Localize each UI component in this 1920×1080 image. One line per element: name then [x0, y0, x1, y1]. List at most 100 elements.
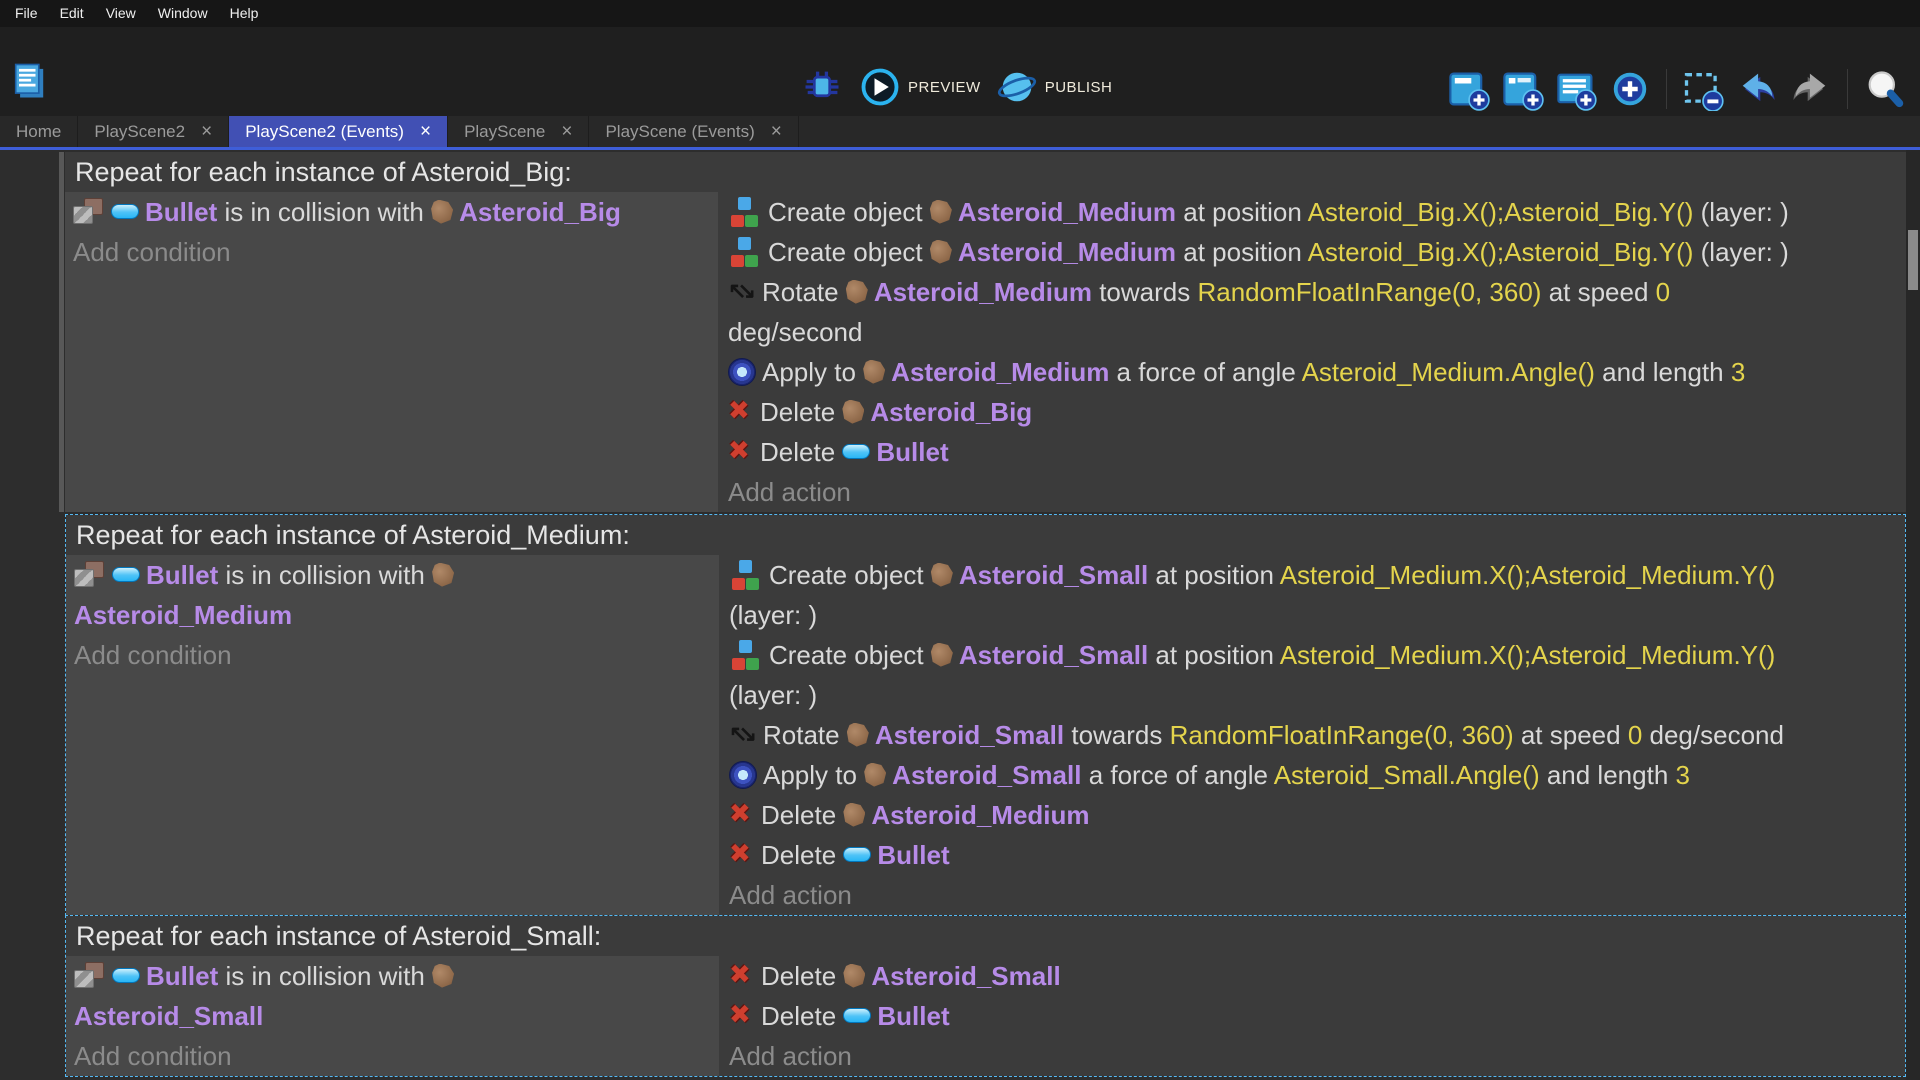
bullet-icon	[112, 968, 140, 983]
action-row[interactable]: Delete Bullet	[729, 996, 1905, 1036]
asteroid-icon	[846, 280, 868, 304]
object-name: Asteroid_Small	[74, 1001, 263, 1031]
tab-close-icon[interactable]: ×	[771, 122, 782, 141]
vertical-scrollbar[interactable]	[1906, 150, 1920, 1080]
add-condition-button[interactable]: Add condition	[74, 635, 719, 675]
tab-playscene-events[interactable]: PlayScene (Events)×	[589, 116, 798, 147]
menu-bar: FileEditViewWindowHelp	[0, 0, 1920, 27]
menu-item-help[interactable]: Help	[219, 0, 270, 27]
text: at position	[1176, 197, 1308, 227]
action-row[interactable]: Create object Asteroid_Small at position…	[729, 635, 1905, 715]
action-row[interactable]: Create object Asteroid_Medium at positio…	[728, 192, 1906, 232]
condition-row[interactable]: Bullet is in collision with Asteroid_Sma…	[74, 956, 719, 1036]
event-header[interactable]: Repeat for each instance of Asteroid_Med…	[66, 515, 1905, 555]
text: deg/second	[728, 317, 862, 347]
event-drag-handle[interactable]	[48, 152, 65, 512]
delete-icon	[728, 437, 754, 467]
delete-icon	[729, 1001, 755, 1031]
conditions-column: Bullet is in collision with Asteroid_Big…	[65, 192, 718, 512]
text: at speed	[1514, 720, 1628, 750]
event-header[interactable]: Repeat for each instance of Asteroid_Sma…	[66, 916, 1905, 956]
add-action-button[interactable]: Add action	[728, 472, 1906, 512]
asteroid-icon	[843, 964, 865, 988]
expression: RandomFloatInRange(0, 360)	[1197, 277, 1541, 307]
scrollbar-thumb[interactable]	[1908, 230, 1918, 290]
tab-close-icon[interactable]: ×	[561, 122, 572, 141]
action-row[interactable]: Create object Asteroid_Small at position…	[729, 555, 1905, 635]
publish-button[interactable]: PUBLISH	[995, 65, 1113, 109]
actions-column: Create object Asteroid_Medium at positio…	[718, 192, 1906, 512]
event-drag-handle[interactable]	[48, 514, 65, 916]
conditions-column: Bullet is in collision with Asteroid_Med…	[66, 555, 719, 915]
action-row[interactable]: Delete Bullet	[729, 835, 1905, 875]
event-header[interactable]: Repeat for each instance of Asteroid_Big…	[65, 152, 1906, 192]
tab-playscene[interactable]: PlayScene ×	[448, 116, 589, 147]
instruction-line: Bullet is in collision with	[74, 555, 719, 595]
tab-close-icon[interactable]: ×	[420, 122, 431, 141]
delete-icon	[728, 397, 754, 427]
tab-playscene2-events[interactable]: PlayScene2 (Events)×	[229, 116, 448, 147]
add-subevent-button[interactable]	[1500, 67, 1544, 111]
action-row[interactable]: Apply to Asteroid_Medium a force of angl…	[728, 352, 1906, 392]
add-condition-button[interactable]: Add condition	[73, 232, 718, 272]
action-row[interactable]: Create object Asteroid_Medium at positio…	[728, 232, 1906, 272]
add-action-button[interactable]: Add action	[729, 875, 1905, 915]
create-object-icon	[728, 197, 762, 227]
text: towards	[1092, 277, 1198, 307]
instruction-line: Create object Asteroid_Small at position…	[729, 635, 1905, 675]
action-row[interactable]: Apply to Asteroid_Small a force of angle…	[729, 755, 1905, 795]
action-row[interactable]: Rotate Asteroid_Medium towards RandomFlo…	[728, 272, 1906, 352]
tab-label: PlayScene	[464, 122, 545, 142]
toolbar-center-group: PREVIEW PUBLISH	[800, 65, 1112, 109]
toolbar-separator	[1666, 69, 1667, 109]
event-drag-handle[interactable]	[48, 915, 65, 1077]
search-events-button[interactable]	[1862, 67, 1906, 111]
action-row[interactable]: Delete Asteroid_Big	[728, 392, 1906, 432]
menu-item-window[interactable]: Window	[147, 0, 219, 27]
object-name: Bullet	[877, 1001, 949, 1031]
add-action-button[interactable]: Add action	[729, 1036, 1905, 1076]
action-row[interactable]: Delete Bullet	[728, 432, 1906, 472]
expression: Asteroid_Medium.X();Asteroid_Medium.Y()	[1280, 560, 1776, 590]
condition-row[interactable]: Bullet is in collision with Asteroid_Med…	[74, 555, 719, 635]
action-row[interactable]: Delete Asteroid_Small	[729, 956, 1905, 996]
add-condition-button[interactable]: Add condition	[74, 1036, 719, 1076]
object-name: Bullet	[877, 840, 949, 870]
event-content: Bullet is in collision with Asteroid_Sma…	[66, 956, 1905, 1076]
bullet-icon	[111, 204, 139, 219]
undo-button[interactable]	[1735, 67, 1779, 111]
event-body: Repeat for each instance of Asteroid_Med…	[65, 514, 1906, 916]
action-row[interactable]: Delete Asteroid_Medium	[729, 795, 1905, 835]
asteroid-icon	[847, 723, 869, 747]
debug-button[interactable]	[800, 65, 844, 109]
event-body: Repeat for each instance of Asteroid_Sma…	[65, 915, 1906, 1077]
tab-playscene2[interactable]: PlayScene2×	[78, 116, 229, 147]
preview-button[interactable]: PREVIEW	[858, 65, 981, 109]
rotate-icon	[728, 278, 756, 306]
text: at speed	[1541, 277, 1655, 307]
text: (layer: )	[729, 600, 817, 630]
delete-selection-button[interactable]	[1681, 67, 1725, 111]
menu-item-file[interactable]: File	[4, 0, 49, 27]
add-comment-button[interactable]	[1554, 67, 1598, 111]
text: towards	[1064, 720, 1170, 750]
menu-item-edit[interactable]: Edit	[49, 0, 95, 27]
text: at position	[1148, 560, 1280, 590]
project-manager-button[interactable]	[8, 59, 52, 103]
text: a force of angle	[1081, 760, 1273, 790]
tab-close-icon[interactable]: ×	[201, 122, 212, 141]
add-event-button[interactable]	[1446, 67, 1490, 111]
add-comment-icon	[1554, 67, 1598, 111]
action-row[interactable]: Rotate Asteroid_Small towards RandomFloa…	[729, 715, 1905, 755]
choose-add-event-button[interactable]	[1608, 67, 1652, 111]
text: Create object	[768, 197, 930, 227]
condition-row[interactable]: Bullet is in collision with Asteroid_Big	[73, 192, 718, 232]
object-name: Asteroid_Small	[871, 961, 1060, 991]
menu-item-view[interactable]: View	[95, 0, 147, 27]
text: Apply to	[763, 760, 864, 790]
tab-home[interactable]: Home	[0, 116, 78, 147]
asteroid-icon	[930, 240, 952, 264]
redo-button[interactable]	[1789, 67, 1833, 111]
instruction-line: Bullet is in collision with Asteroid_Big	[73, 192, 718, 232]
event-block-3: Repeat for each instance of Asteroid_Sma…	[48, 915, 1906, 1077]
